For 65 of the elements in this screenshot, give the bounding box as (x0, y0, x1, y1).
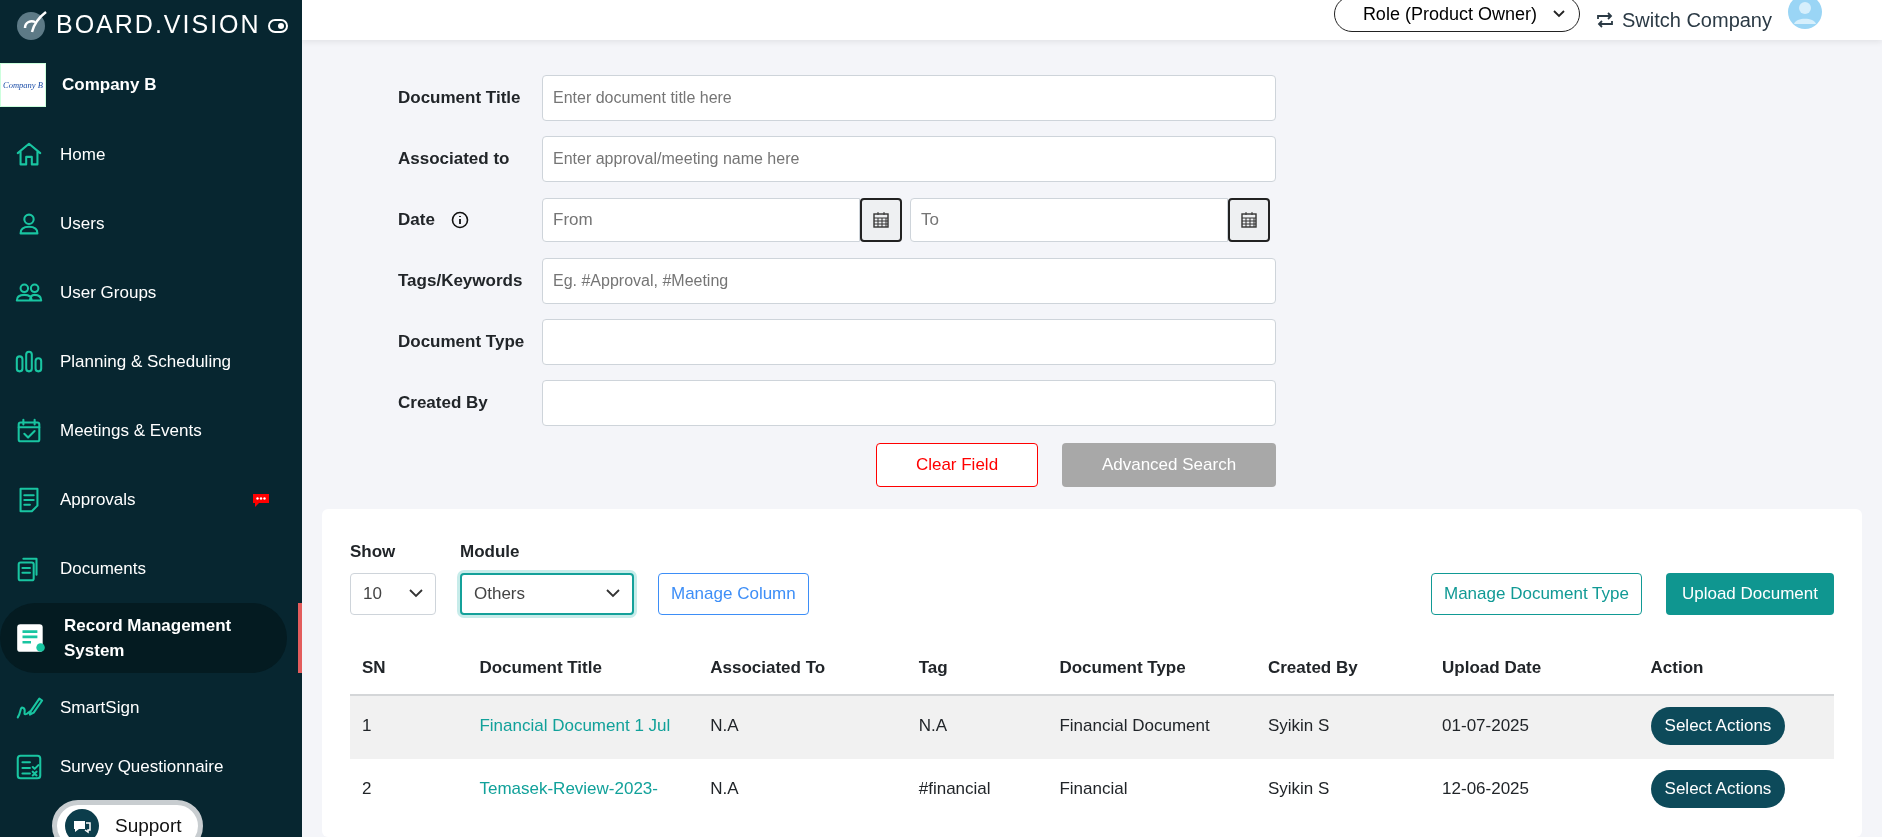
sidebar-item[interactable]: Planning & Scheduling (0, 327, 287, 396)
chevron-down-icon (409, 589, 423, 599)
table-cell: #financial (918, 779, 991, 799)
table-cell: 12-06-2025 (1442, 779, 1530, 799)
field-label: Document Title (398, 87, 521, 109)
chat-icon (65, 809, 99, 837)
input-field[interactable] (542, 318, 1276, 365)
table-cell: N.A (710, 779, 739, 799)
sidebar-item[interactable]: Documents (0, 534, 287, 603)
role-dropdown[interactable]: Role (Product Owner) (1333, 0, 1580, 33)
field-label: Document Type (398, 331, 525, 353)
input-field[interactable]: Eg. #Approval, #Meeting (542, 257, 1276, 304)
field-label: Date (398, 209, 435, 231)
sidebar-item[interactable]: Meetings & Events (0, 396, 287, 465)
toggle-icon[interactable] (268, 18, 288, 33)
table-cell: Financial (1059, 779, 1128, 799)
support-button[interactable]: Support (52, 800, 203, 837)
field-label: Associated to (398, 148, 510, 170)
sidebar-item[interactable]: Survey Questionnaire (0, 742, 287, 792)
actions-button[interactable]: Select Actions (1650, 770, 1786, 809)
module-select[interactable]: Others (460, 572, 634, 615)
sidebar-item[interactable]: Users (0, 189, 287, 258)
page-size-select[interactable]: 10 (350, 572, 436, 615)
date-field[interactable]: To (910, 197, 1228, 242)
manage-type-button[interactable]: Manage Document Type (1431, 572, 1642, 615)
input-field[interactable]: Enter document title here (542, 74, 1276, 121)
actions-button[interactable]: Select Actions (1650, 707, 1786, 746)
chevron-down-icon (606, 589, 620, 599)
logo-icon (14, 8, 48, 42)
field-label: Tags/Keywords (398, 270, 523, 292)
table-cell: 01-07-2025 (1442, 716, 1530, 736)
table-cell: Financial Document (1059, 716, 1210, 736)
date-field[interactable]: From (542, 197, 860, 242)
field-label: Created By (398, 392, 488, 414)
swap-icon (1595, 11, 1614, 30)
calendar-icon (872, 210, 890, 229)
chevron-down-icon (1552, 10, 1565, 19)
checklist-icon (14, 752, 44, 782)
scroll-indicator (298, 603, 302, 673)
field-label: Module (460, 541, 521, 564)
table-cell: N.A (710, 716, 739, 736)
table-cell: N.A (918, 716, 948, 736)
table-cell: Syikin S (1267, 716, 1330, 736)
info-icon[interactable] (450, 210, 469, 229)
record-icon (14, 621, 48, 655)
calendar-button[interactable] (860, 197, 902, 242)
input-field[interactable]: Enter approval/meeting name here (542, 135, 1276, 182)
calendar-button[interactable] (1228, 197, 1270, 242)
field-label: Show (350, 541, 397, 564)
sidebar-item[interactable]: SmartSign (0, 673, 287, 742)
sidebar-item[interactable]: User Groups (0, 258, 287, 327)
brand-name: BOARD.VISION (56, 9, 261, 41)
upload-button[interactable]: Upload Document (1665, 572, 1834, 615)
sidebar-item[interactable]: Approvals (0, 465, 287, 534)
input-field[interactable] (542, 379, 1276, 426)
sidebar-item[interactable]: Record Management System (0, 603, 287, 673)
company-name: Company B (62, 74, 157, 97)
switch-company-link[interactable]: Switch Company (1595, 5, 1772, 36)
table-cell: Syikin S (1267, 779, 1330, 799)
company-logo: Company B (0, 63, 46, 107)
table-cell: 2 (362, 779, 372, 799)
calendar-icon (1240, 210, 1258, 229)
clear-button[interactable]: Clear Field (876, 443, 1038, 488)
sidebar-item[interactable]: Home (0, 120, 287, 189)
table-cell: 1 (362, 716, 372, 736)
